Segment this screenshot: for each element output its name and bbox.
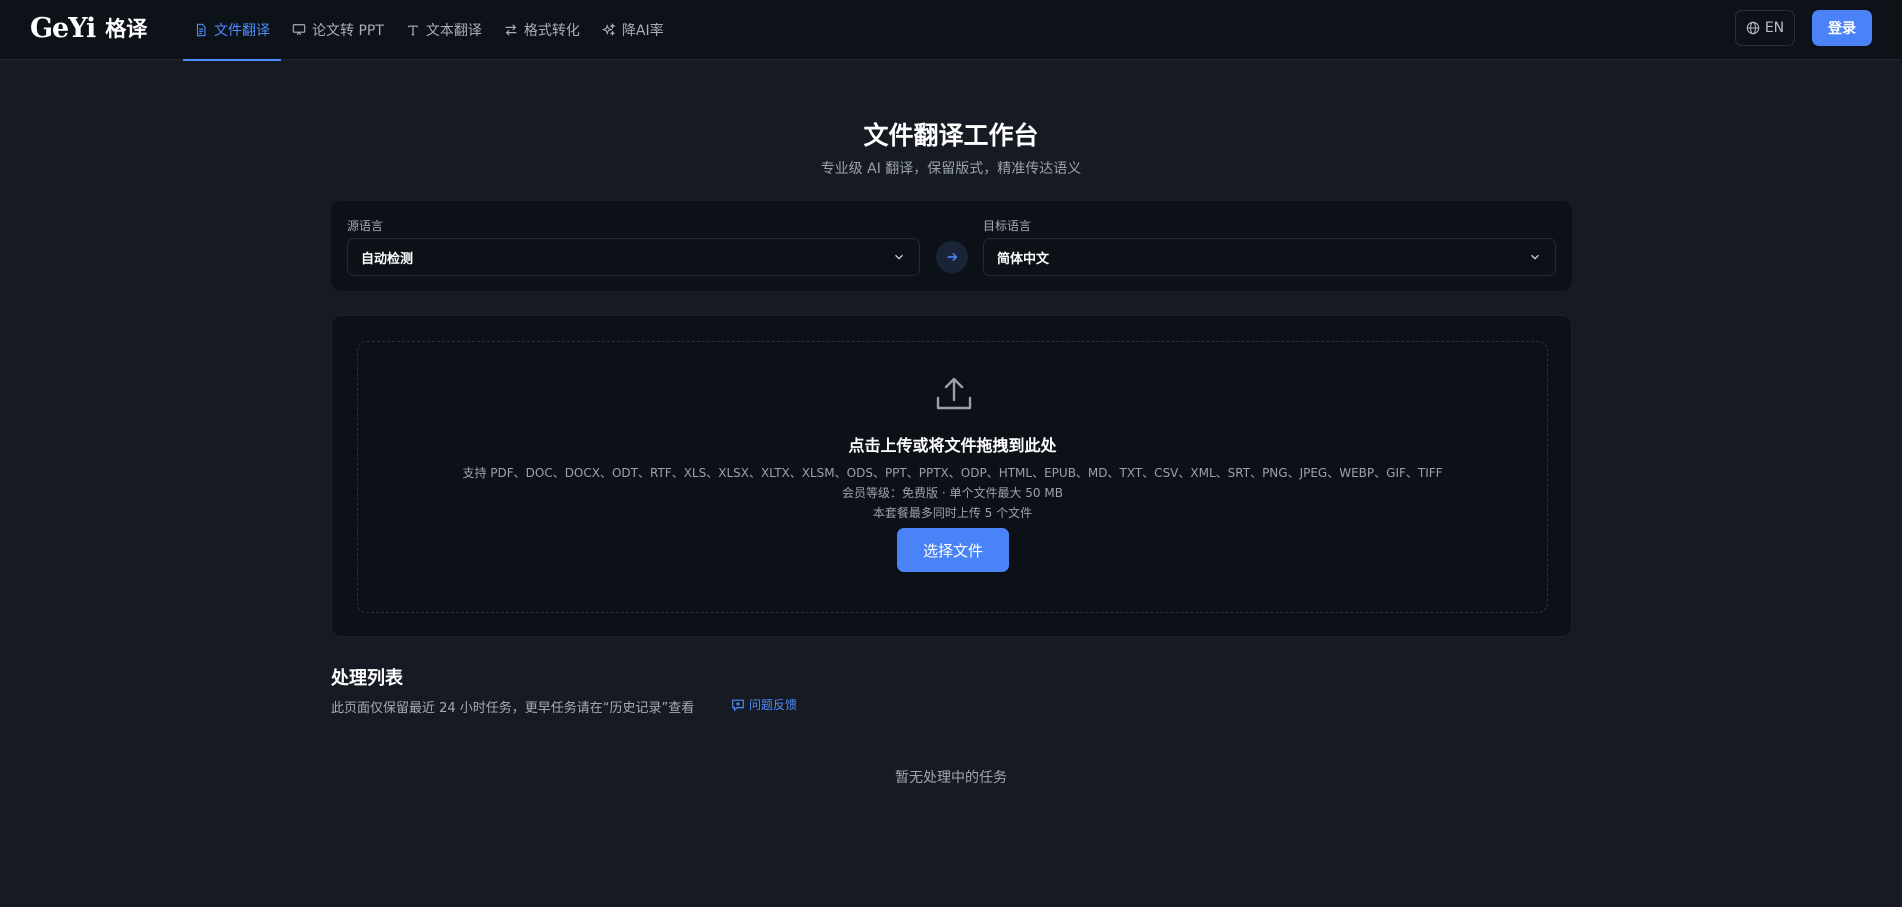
login-button[interactable]: 登录 xyxy=(1812,10,1872,46)
nav-label: 论文转 PPT xyxy=(312,23,384,39)
choose-file-button[interactable]: 选择文件 xyxy=(897,528,1009,572)
language-selection-panel: 源语言 自动检测 目标语言 简体中文 xyxy=(331,201,1572,291)
logo[interactable]: GeYi 格译 xyxy=(30,12,147,44)
nav-label: 文本翻译 xyxy=(425,23,482,39)
source-language-select[interactable]: 自动检测 xyxy=(347,238,920,276)
sparkles-icon xyxy=(601,23,616,37)
chevron-down-icon xyxy=(1531,254,1539,260)
upload-icon xyxy=(936,377,972,410)
top-navigation: GeYi 格译 文件翻译 论文转 PPT 文本翻译 格式转化 降AI率 EN 登… xyxy=(0,0,1902,61)
logo-text-en: GeYi xyxy=(30,12,96,44)
language-label: EN xyxy=(1764,20,1785,36)
arrow-right-icon xyxy=(947,253,958,261)
supported-formats-text: 支持 PDF、DOC、DOCX、ODT、RTF、XLS、XLSX、XLTX、XL… xyxy=(462,466,1443,480)
presentation-icon xyxy=(292,23,306,37)
main-nav: 文件翻译 论文转 PPT 文本翻译 格式转化 降AI率 xyxy=(183,0,675,61)
source-language-value: 自动检测 xyxy=(361,251,414,267)
logo-text-cn: 格译 xyxy=(105,16,148,41)
upload-limit-text: 本套餐最多同时上传 5 个文件 xyxy=(872,506,1033,520)
source-language-label: 源语言 xyxy=(347,219,384,233)
nav-item-text-translation[interactable]: 文本翻译 xyxy=(395,0,493,60)
document-icon xyxy=(194,23,208,37)
chevron-down-icon xyxy=(895,254,903,260)
target-language-select[interactable]: 简体中文 xyxy=(983,238,1556,276)
upload-title: 点击上传或将文件拖拽到此处 xyxy=(848,436,1057,455)
text-icon xyxy=(406,23,420,37)
language-switch-button[interactable]: EN xyxy=(1735,10,1795,46)
nav-item-format-conversion[interactable]: 格式转化 xyxy=(493,0,591,60)
nav-label: 格式转化 xyxy=(523,23,580,39)
swap-arrows-icon xyxy=(504,23,518,37)
nav-item-file-translation[interactable]: 文件翻译 xyxy=(183,0,281,61)
globe-icon xyxy=(1746,21,1760,35)
nav-item-paper-to-ppt[interactable]: 论文转 PPT xyxy=(281,0,395,60)
file-dropzone[interactable]: 点击上传或将文件拖拽到此处 支持 PDF、DOC、DOCX、ODT、RTF、XL… xyxy=(357,341,1548,613)
nav-label: 文件翻译 xyxy=(214,23,270,39)
feedback-icon xyxy=(732,699,744,712)
swap-languages-button[interactable] xyxy=(936,241,968,273)
feedback-label: 问题反馈 xyxy=(749,698,798,712)
target-language-value: 简体中文 xyxy=(997,251,1050,267)
nav-label: 降AI率 xyxy=(621,23,664,39)
processing-list-title: 处理列表 xyxy=(331,668,403,689)
membership-info-text: 会员等级：免费版 · 单个文件最大 50 MB xyxy=(842,486,1063,500)
page-subtitle: 专业级 AI 翻译，保留版式，精准传达语义 xyxy=(820,161,1082,177)
target-language-label: 目标语言 xyxy=(983,219,1032,233)
empty-task-message: 暂无处理中的任务 xyxy=(895,770,1007,786)
feedback-link[interactable]: 问题反馈 xyxy=(731,696,797,713)
upload-panel: 点击上传或将文件拖拽到此处 支持 PDF、DOC、DOCX、ODT、RTF、XL… xyxy=(331,315,1572,637)
nav-item-reduce-ai-rate[interactable]: 降AI率 xyxy=(591,0,675,60)
processing-list-note: 此页面仅保留最近 24 小时任务，更早任务请在“历史记录”查看 xyxy=(331,701,695,716)
page-title: 文件翻译工作台 xyxy=(863,121,1039,150)
